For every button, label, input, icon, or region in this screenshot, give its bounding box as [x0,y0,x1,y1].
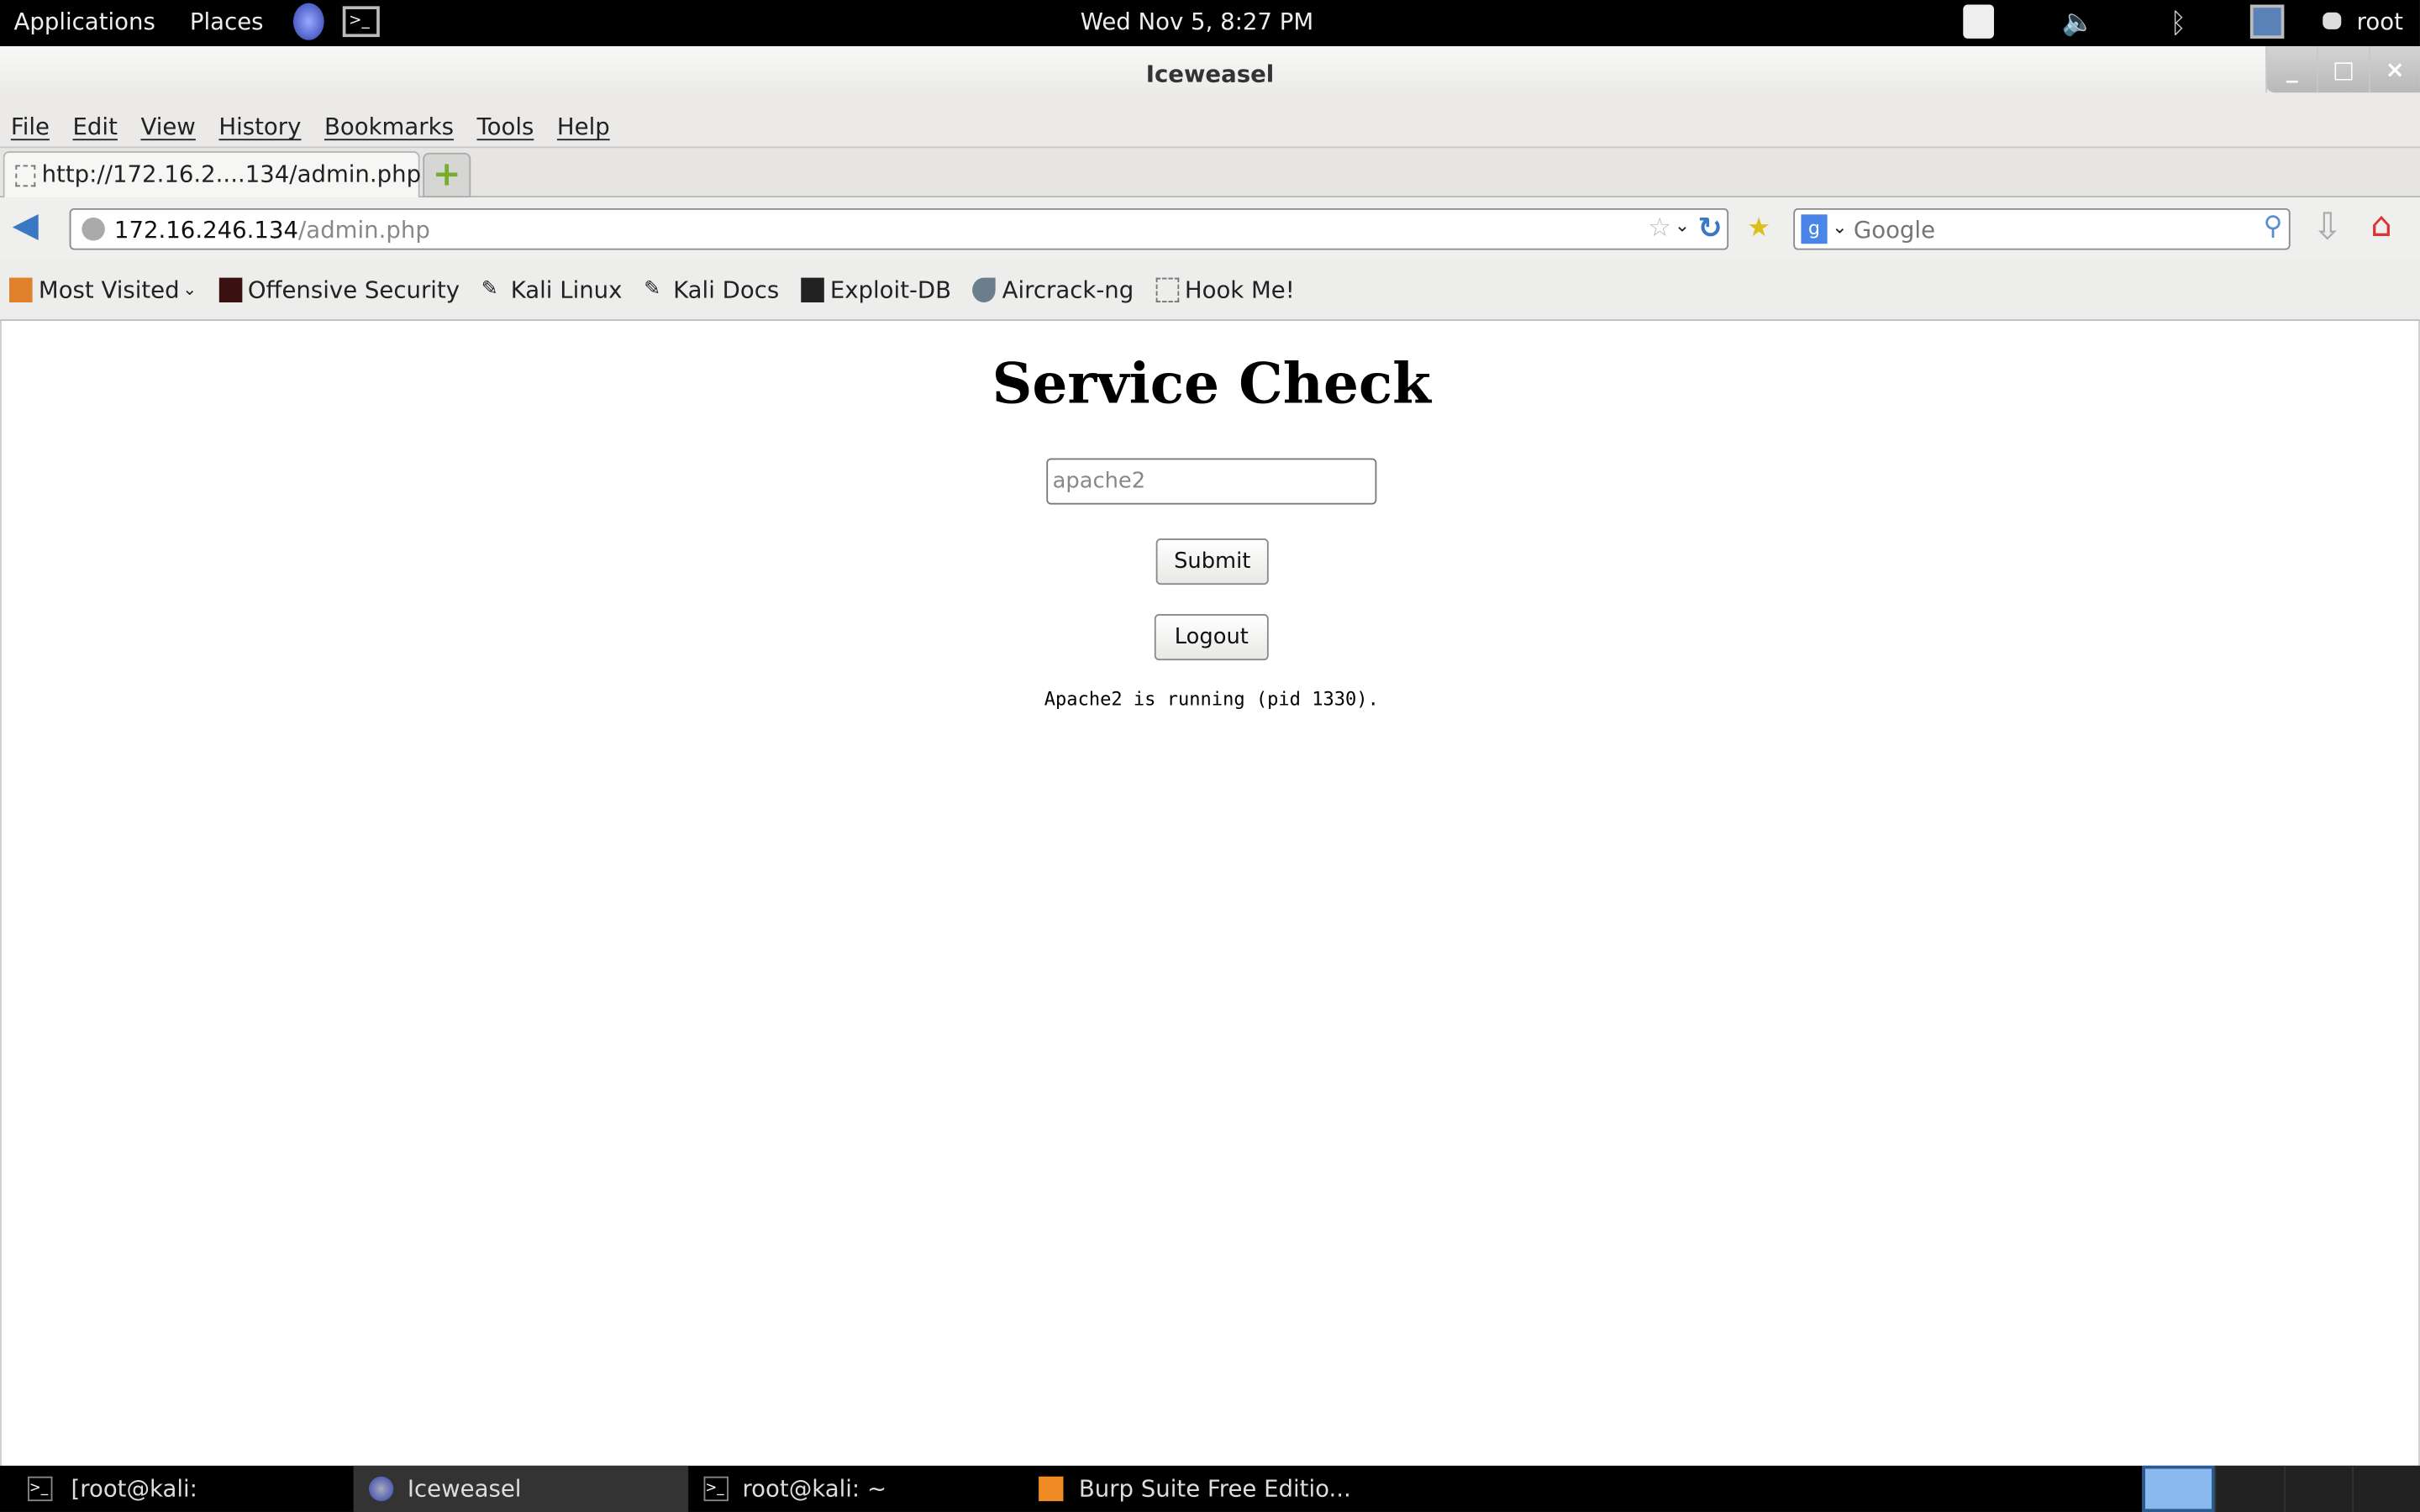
workspace-2[interactable] [2215,1465,2284,1512]
folder-icon [9,276,33,302]
page-content: Service Check Submit Logout Apache2 is r… [0,321,2420,1466]
menu-edit[interactable]: Edit [73,105,118,147]
home-icon[interactable]: ⌂ [2370,207,2392,245]
taskbar-item-burp-suite[interactable]: Burp Suite Free Editio... [1034,1466,1436,1512]
workspace-1[interactable] [2142,1465,2216,1512]
clock[interactable]: Wed Nov 5, 8:27 PM [1081,8,1313,35]
notification-icon[interactable] [1963,4,1995,39]
menu-help[interactable]: Help [557,105,610,147]
history-dropdown-icon[interactable]: ⌄ [1675,214,1690,236]
network-icon[interactable] [2249,4,2285,39]
menu-view[interactable]: View [140,105,195,147]
window-controls: _ □ × [2265,46,2420,93]
maximize-button[interactable]: □ [2317,46,2368,93]
places-menu[interactable]: Places [190,8,264,35]
bookmarks-menu-icon[interactable]: ★ [1747,213,1770,244]
kali-icon: ✎ [481,276,498,301]
window-title: Iceweasel [1145,60,1275,88]
search-icon[interactable]: ⚲ [2264,212,2283,243]
chevron-down-icon: ⌄ [182,279,197,300]
url-path: /admin.php [298,216,430,244]
tab-label: http://172.16.2....134/admin.php [41,160,422,189]
close-button[interactable]: × [2368,46,2420,93]
top-panel: Applications Places >_ Wed Nov 5, 8:27 P… [0,0,2420,47]
globe-icon [82,217,105,241]
taskbar-item-terminal-root[interactable]: >_ root@kali: ~ [688,1466,1034,1512]
navigation-bar: ◀ 172.16.246.134/admin.php ☆ ⌄ ↻ ★ g ⌄ ⚲… [0,197,2420,260]
reload-icon[interactable]: ↻ [1698,212,1723,245]
bluetooth-icon[interactable]: ᛒ [2170,8,2186,40]
menu-tools[interactable]: Tools [476,105,534,147]
tab-strip: http://172.16.2....134/admin.php + [0,148,2420,198]
bookmark-kali-linux[interactable]: ✎ Kali Linux [481,276,623,303]
iceweasel-icon[interactable] [292,3,324,40]
bookmark-star-icon[interactable]: ☆ [1648,213,1671,244]
new-tab-button[interactable]: + [423,152,471,198]
service-input[interactable] [1046,458,1377,505]
bookmarks-toolbar: Most Visited ⌄ Offensive Security ✎ Kali L… [0,259,2420,322]
url-host: 172.16.246.134 [113,216,299,244]
taskbar: >_[root@kali: ~/data/scri... Iceweasel >… [0,1465,2420,1512]
taskbar-item-terminal-scripts[interactable]: >_[root@kali: ~/data/scri... [0,1466,354,1512]
bookmark-hook-me[interactable]: Hook Me! [1155,276,1295,303]
iceweasel-icon [368,1476,394,1502]
chat-icon [2323,12,2342,29]
search-input[interactable] [1853,213,2240,246]
page-title: Service Check [992,351,1431,417]
bookmark-most-visited[interactable]: Most Visited ⌄ [9,276,197,303]
window-titlebar[interactable]: Iceweasel [0,46,2420,105]
kali-icon: ✎ [644,276,661,301]
menu-file[interactable]: File [11,105,50,147]
applications-menu[interactable]: Applications [14,8,155,35]
taskbar-item-iceweasel[interactable]: Iceweasel [353,1465,689,1512]
search-bar[interactable]: g ⌄ ⚲ [1793,207,2291,250]
terminal-icon[interactable]: >_ [342,6,380,38]
menu-bookmarks[interactable]: Bookmarks [324,105,454,147]
logout-button[interactable]: Logout [1154,614,1269,661]
exploit-db-icon [800,276,824,302]
submit-button[interactable]: Submit [1155,538,1269,585]
minimize-button[interactable]: _ [2265,46,2317,93]
bookmark-kali-docs[interactable]: ✎ Kali Docs [644,276,779,303]
aircrack-icon [972,276,997,302]
bookmark-aircrack-ng[interactable]: Aircrack-ng [972,276,1134,303]
offsec-icon [218,276,242,302]
tab-admin[interactable]: http://172.16.2....134/admin.php [3,150,422,198]
status-message: Apache2 is running (pid 1330). [1044,688,1379,710]
engine-dropdown-icon[interactable]: ⌄ [1832,216,1847,238]
terminal-icon: >_ [28,1476,53,1502]
bookmark-offensive-security[interactable]: Offensive Security [218,276,460,303]
google-icon[interactable]: g [1801,214,1828,244]
page-icon [15,165,36,187]
workspace-4[interactable] [2351,1465,2420,1512]
workspace-switcher [2142,1465,2420,1512]
terminal-icon: >_ [703,1476,729,1502]
bookmark-exploit-db[interactable]: Exploit-DB [800,276,951,303]
volume-muted-icon[interactable]: 🔈 [2062,8,2095,39]
user-menu[interactable]: root [2357,8,2403,35]
menu-bar: File Edit View History Bookmarks Tools H… [0,104,2420,149]
menu-history[interactable]: History [218,105,301,147]
downloads-icon[interactable]: ⇩ [2312,205,2343,248]
url-bar[interactable]: 172.16.246.134/admin.php ☆ ⌄ ↻ [69,207,1729,250]
page-icon [1155,276,1179,302]
workspace-3[interactable] [2283,1465,2352,1512]
back-button[interactable]: ◀ [13,209,39,244]
burp-icon [1039,1476,1064,1502]
